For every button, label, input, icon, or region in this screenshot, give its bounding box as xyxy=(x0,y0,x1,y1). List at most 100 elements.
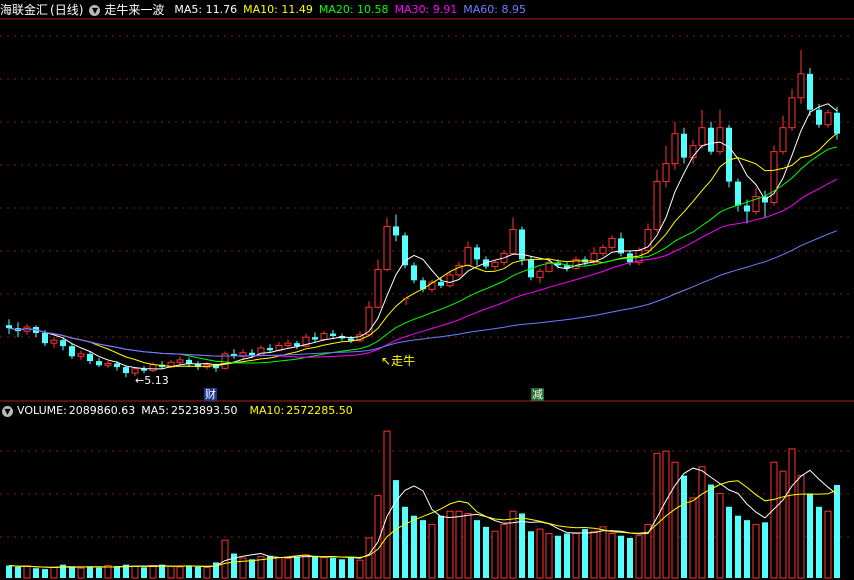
volume-bar xyxy=(483,526,489,578)
volume-bar xyxy=(411,515,417,578)
volume-bar xyxy=(834,484,840,578)
candle-body xyxy=(131,368,139,374)
volume-bar xyxy=(320,557,328,579)
volume-bar xyxy=(599,526,607,579)
event-jian-badge[interactable]: 减 xyxy=(531,388,544,401)
candle-body xyxy=(96,361,102,366)
volume-bar xyxy=(203,566,211,579)
candle-body xyxy=(599,246,607,254)
volume-bar xyxy=(294,556,300,578)
volume-value: 2089860.63 xyxy=(68,404,136,417)
volume-bar xyxy=(383,430,391,579)
volume-bar xyxy=(96,567,102,578)
volume-bar xyxy=(671,461,679,579)
volume-bar xyxy=(797,475,805,579)
volume-bar xyxy=(708,484,714,578)
candle-body xyxy=(788,97,796,129)
volume-ma10: MA10: 2572285.50 xyxy=(249,404,353,417)
event-cai-badge[interactable]: 财 xyxy=(204,388,217,401)
candle-body xyxy=(681,133,687,158)
volume-bar xyxy=(114,565,120,578)
candle-body xyxy=(536,270,544,278)
candle-body xyxy=(653,181,661,230)
candle-body xyxy=(807,73,813,110)
volume-bar xyxy=(788,448,796,579)
volume-bar xyxy=(275,557,283,579)
volume-bar xyxy=(528,531,534,578)
candle-body xyxy=(446,274,454,287)
ma-legend-item: MA20: 10.58 xyxy=(318,3,389,16)
volume-bar xyxy=(195,566,201,578)
candle-body xyxy=(438,282,444,286)
candle-body xyxy=(393,226,399,236)
volume-bar xyxy=(681,475,687,578)
volume-bar xyxy=(402,506,408,578)
volume-bar xyxy=(356,559,364,579)
volume-bar xyxy=(339,559,345,578)
candle-body xyxy=(824,112,832,126)
volume-bar xyxy=(555,535,561,578)
volume-bar xyxy=(752,524,760,579)
volume-bar xyxy=(176,566,184,579)
candle-body xyxy=(735,181,741,206)
volume-bars xyxy=(6,430,840,579)
kline-chart[interactable] xyxy=(0,0,854,580)
volume-header: ▼ VOLUME: 2089860.63 MA5: 2523893.50 MA10:… xyxy=(0,401,365,421)
volume-bar xyxy=(348,556,354,578)
volume-bar xyxy=(824,510,832,579)
volume-bar xyxy=(330,557,336,578)
volume-bar xyxy=(698,466,706,579)
candle-body xyxy=(716,127,724,153)
volume-bar xyxy=(249,559,255,578)
volume-bar xyxy=(744,520,750,578)
candle-body xyxy=(383,225,391,271)
candle-body xyxy=(267,347,273,351)
candle-body xyxy=(797,73,805,99)
volume-bar xyxy=(15,566,21,578)
candle-body xyxy=(662,163,670,183)
chevron-down-icon[interactable]: ▼ xyxy=(89,4,101,16)
arrow-left-icon: ← xyxy=(135,374,145,387)
candle-body xyxy=(50,339,58,344)
candle-body xyxy=(320,333,328,341)
volume-bar xyxy=(770,461,778,579)
candle-body xyxy=(834,112,840,134)
low-price-label: ←5.13 xyxy=(135,374,169,387)
arrow-up-left-icon: ↖ xyxy=(381,354,392,368)
volume-bar xyxy=(590,530,598,579)
volume-bar xyxy=(689,497,697,579)
candle-body xyxy=(249,352,255,356)
candle-body xyxy=(474,247,480,260)
volume-bar xyxy=(302,554,310,579)
chevron-down-icon[interactable]: ▼ xyxy=(2,405,13,417)
candle-body xyxy=(816,109,822,125)
volume-bar xyxy=(69,566,75,578)
candle-body xyxy=(42,332,48,344)
volume-bar xyxy=(635,535,643,579)
volume-bar xyxy=(428,524,436,579)
volume-bar xyxy=(464,512,472,579)
grid-lines xyxy=(0,18,854,538)
candle-body xyxy=(104,362,112,366)
volume-bar xyxy=(33,568,39,578)
ma20-line xyxy=(8,146,838,364)
volume-bar xyxy=(564,533,570,578)
indicator-name[interactable]: 走牛来一波 xyxy=(104,0,164,20)
volume-bar xyxy=(141,567,147,578)
volume-bar xyxy=(500,524,508,579)
volume-bar xyxy=(545,532,553,579)
volume-bar xyxy=(608,532,616,579)
volume-bar xyxy=(582,529,588,578)
candle-body xyxy=(698,127,706,147)
candle-body xyxy=(411,265,417,281)
price-header: 海联金汇 (日线) ▼ 走牛来一波 MA5: 11.76 MA10: 11.49 M… xyxy=(0,0,538,20)
signal-label: ↖走牛 xyxy=(381,354,416,368)
volume-bar xyxy=(131,565,139,579)
candle-body xyxy=(186,359,192,364)
volume-ma5: MA5: 2523893.50 xyxy=(141,404,238,417)
volume-bar xyxy=(572,532,580,579)
volume-bar xyxy=(816,506,822,578)
candle-body xyxy=(464,246,472,266)
candle-body xyxy=(87,353,93,362)
candlestick-series xyxy=(6,49,840,378)
